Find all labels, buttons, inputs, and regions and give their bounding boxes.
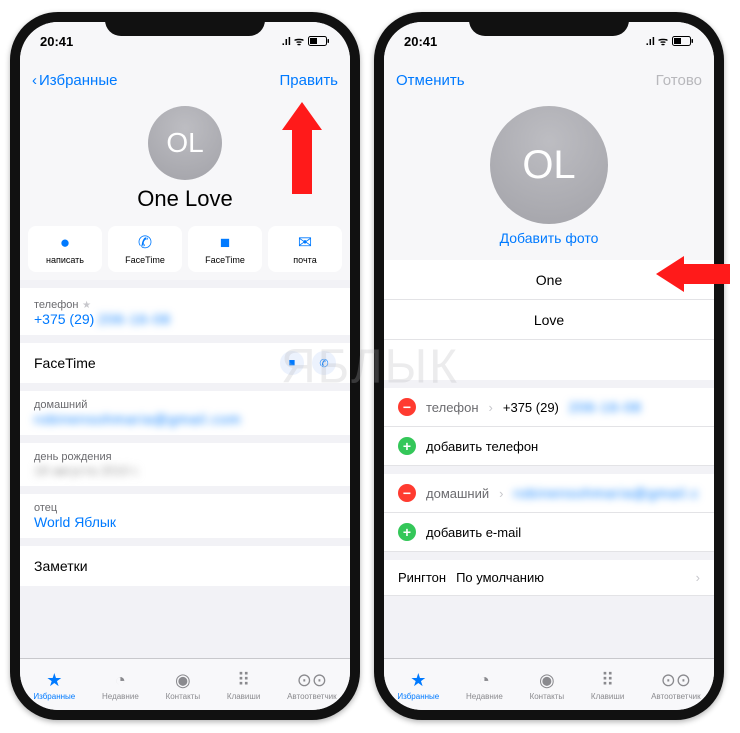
clock-icon: ◔ bbox=[479, 670, 490, 691]
avatar[interactable]: OL bbox=[490, 106, 608, 224]
company-field[interactable] bbox=[384, 340, 714, 380]
cancel-button[interactable]: Отменить bbox=[396, 72, 465, 89]
chevron-right-icon: › bbox=[489, 400, 493, 415]
birthday-label: день рождения bbox=[34, 451, 336, 463]
tab-recents[interactable]: ◔Недавние bbox=[466, 670, 503, 701]
add-icon[interactable]: + bbox=[398, 437, 416, 455]
tab-favorites[interactable]: ★Избранные bbox=[33, 670, 75, 701]
phone-value: +375 (29) bbox=[34, 311, 94, 327]
done-button[interactable]: Готово bbox=[656, 72, 702, 89]
tab-contacts[interactable]: ◉Контакты bbox=[166, 670, 201, 701]
email-edit-row[interactable]: − домашний › robinensohmaria@gmail.c bbox=[384, 474, 714, 513]
action-row: ●написать ✆FaceTime ■FaceTime ✉почта bbox=[20, 222, 350, 280]
email-row[interactable]: домашний robinensohmaria@gmail.com bbox=[20, 391, 350, 435]
tab-contacts[interactable]: ◉Контакты bbox=[530, 670, 565, 701]
avatar: OL bbox=[148, 106, 222, 180]
message-icon: ● bbox=[28, 233, 102, 253]
phone-label: телефон bbox=[34, 299, 78, 311]
action-message[interactable]: ●написать bbox=[28, 226, 102, 272]
clock-icon: ◔ bbox=[115, 670, 126, 691]
tab-recents[interactable]: ◔Недавние bbox=[102, 670, 139, 701]
father-value: World Яблык bbox=[34, 514, 336, 530]
facetime-audio-icon[interactable]: ✆ bbox=[312, 351, 336, 375]
remove-icon[interactable]: − bbox=[398, 398, 416, 416]
action-call[interactable]: ✆FaceTime bbox=[108, 226, 182, 272]
notes-row[interactable]: Заметки bbox=[20, 546, 350, 586]
tab-voicemail[interactable]: ⊙⊙Автоответчик bbox=[651, 670, 701, 701]
tab-keypad[interactable]: ⠿Клавиши bbox=[227, 670, 260, 701]
status-time: 20:41 bbox=[404, 34, 437, 49]
email-label: домашний bbox=[34, 399, 336, 411]
video-icon: ■ bbox=[188, 233, 262, 253]
navbar: Отменить Готово bbox=[384, 60, 714, 100]
action-facetime[interactable]: ■FaceTime bbox=[188, 226, 262, 272]
notch bbox=[469, 12, 629, 36]
action-mail[interactable]: ✉почта bbox=[268, 226, 342, 272]
add-icon[interactable]: + bbox=[398, 523, 416, 541]
chevron-right-icon: › bbox=[499, 486, 503, 501]
chevron-left-icon: ‹ bbox=[32, 72, 37, 89]
contact-hero: OL Добавить фото bbox=[384, 100, 714, 260]
phone-edit-row[interactable]: − телефон › +375 (29) 206-16-08 bbox=[384, 388, 714, 427]
status-indicators: .ıl ᯤ bbox=[282, 34, 330, 49]
status-time: 20:41 bbox=[40, 34, 73, 49]
status-indicators: .ıl ᯤ bbox=[646, 34, 694, 49]
star-icon: ★ bbox=[46, 670, 62, 691]
ringtone-row[interactable]: Рингтон По умолчанию › bbox=[384, 560, 714, 596]
notes-label: Заметки bbox=[34, 558, 336, 574]
annotation-arrow bbox=[272, 102, 332, 197]
voicemail-icon: ⊙⊙ bbox=[297, 670, 327, 691]
phone-icon: ✆ bbox=[108, 233, 182, 253]
annotation-arrow bbox=[656, 248, 732, 300]
facetime-row[interactable]: FaceTime ■ ✆ bbox=[20, 343, 350, 383]
father-label: отец bbox=[34, 502, 336, 514]
contacts-icon: ◉ bbox=[539, 670, 555, 691]
remove-icon[interactable]: − bbox=[398, 484, 416, 502]
tab-keypad[interactable]: ⠿Клавиши bbox=[591, 670, 624, 701]
birthday-row[interactable]: день рождения 18 августа 2010 г. bbox=[20, 443, 350, 486]
edit-button[interactable]: Править bbox=[280, 72, 339, 89]
phone-frame-left: 20:41 .ıl ᯤ ‹Избранные Править OL One Lo… bbox=[10, 12, 360, 720]
father-row[interactable]: отец World Яблык bbox=[20, 494, 350, 538]
add-email-row[interactable]: + добавить e-mail bbox=[384, 513, 714, 552]
tab-favorites[interactable]: ★Избранные bbox=[397, 670, 439, 701]
star-icon: ★ bbox=[410, 670, 426, 691]
star-icon: ★ bbox=[82, 300, 91, 311]
facetime-video-icon[interactable]: ■ bbox=[280, 351, 304, 375]
back-button[interactable]: ‹Избранные bbox=[32, 72, 117, 89]
phone-row[interactable]: телефон ★ +375 (29) 206-16-08 bbox=[20, 288, 350, 335]
tabbar: ★Избранные ◔Недавние ◉Контакты ⠿Клавиши … bbox=[20, 658, 350, 710]
notch bbox=[105, 12, 265, 36]
keypad-icon: ⠿ bbox=[237, 670, 250, 691]
navbar: ‹Избранные Править bbox=[20, 60, 350, 100]
voicemail-icon: ⊙⊙ bbox=[661, 670, 691, 691]
phone-frame-right: 20:41 .ıl ᯤ Отменить Готово OL Добавить … bbox=[374, 12, 724, 720]
tabbar: ★Избранные ◔Недавние ◉Контакты ⠿Клавиши … bbox=[384, 658, 714, 710]
mail-icon: ✉ bbox=[268, 233, 342, 253]
chevron-right-icon: › bbox=[696, 570, 700, 585]
keypad-icon: ⠿ bbox=[601, 670, 614, 691]
tab-voicemail[interactable]: ⊙⊙Автоответчик bbox=[287, 670, 337, 701]
contacts-icon: ◉ bbox=[175, 670, 191, 691]
add-phone-row[interactable]: + добавить телефон bbox=[384, 427, 714, 466]
add-photo-link[interactable]: Добавить фото bbox=[384, 230, 714, 246]
last-name-field[interactable]: Love bbox=[384, 300, 714, 340]
